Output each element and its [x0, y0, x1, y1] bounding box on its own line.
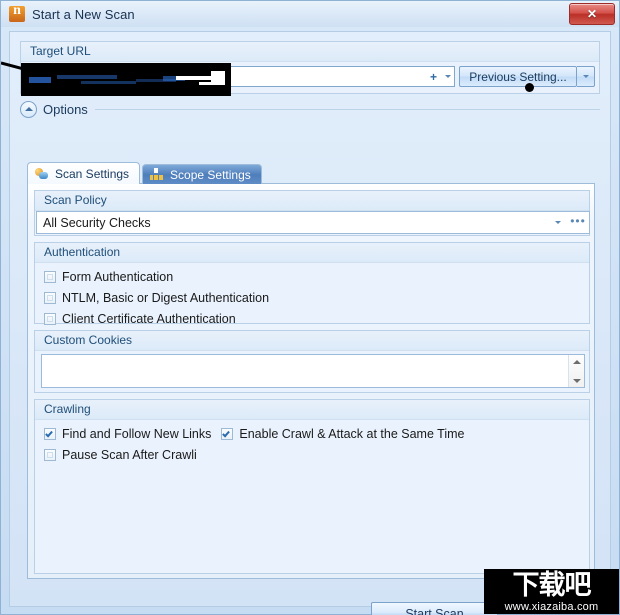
tab-scan-settings[interactable]: Scan Settings	[27, 162, 141, 184]
checkbox-client-certificate-authentication[interactable]	[44, 312, 56, 325]
tab-scope-settings[interactable]: Scope Settings	[142, 164, 262, 184]
scan-policy-ellipsis-button[interactable]: •••	[567, 215, 589, 229]
previous-setting-button[interactable]: Previous Setting...	[459, 66, 577, 87]
title-bar: Start a New Scan ✕	[1, 1, 619, 27]
checkbox-find-and-follow-new-links-label: Find and Follow New Links	[62, 426, 212, 441]
site-watermark: 下载吧 www.xiazaiba.com	[484, 569, 619, 614]
add-url-icon[interactable]: +	[426, 70, 441, 84]
checkbox-enable-crawl-and-attack-label: Enable Crawl & Attack at the Same Time	[239, 426, 465, 441]
dialog-client-area: Target URL + Previous Setting... Options…	[9, 31, 611, 615]
start-scan-button[interactable]: Start Scan	[371, 602, 498, 615]
tab-scan-settings-label: Scan Settings	[55, 166, 130, 181]
settings-tabstrip: Scan Settings Scope Settings	[27, 162, 264, 184]
annotation-pointer-line	[1, 61, 39, 75]
scan-settings-icon	[35, 167, 50, 181]
netsparker-n-icon	[9, 3, 25, 22]
cursor-indicator	[525, 83, 534, 92]
list-item[interactable]: Client Certificate Authentication	[35, 308, 589, 329]
redacted-url-overlay	[21, 63, 231, 96]
divider	[94, 108, 600, 110]
list-item[interactable]: Pause Scan After Crawli	[35, 444, 589, 465]
scroll-down-icon[interactable]	[569, 374, 584, 387]
previous-setting-chevron-down-icon[interactable]	[577, 66, 595, 87]
authentication-group-label: Authentication	[35, 243, 589, 263]
scan-policy-chevron-down-icon[interactable]	[549, 221, 567, 224]
custom-cookies-textarea[interactable]	[41, 354, 585, 388]
options-label: Options	[43, 101, 88, 117]
checkbox-form-authentication-label: Form Authentication	[62, 269, 174, 284]
scope-settings-icon	[150, 167, 165, 182]
watermark-text: 下载吧	[512, 570, 592, 601]
custom-cookies-value	[42, 355, 568, 387]
custom-cookies-scrollbar[interactable]	[568, 355, 584, 387]
scan-policy-group: Scan Policy All Security Checks •••	[34, 190, 590, 236]
checkbox-find-and-follow-new-links[interactable]	[44, 427, 56, 440]
start-new-scan-dialog: Start a New Scan ✕ Target URL + Previous…	[0, 0, 620, 615]
options-collapse-up-icon[interactable]	[20, 100, 37, 118]
authentication-group: Authentication Form Authentication NTLM,…	[34, 242, 590, 326]
checkbox-enable-crawl-and-attack[interactable]	[221, 427, 234, 440]
target-url-group-label: Target URL	[21, 42, 599, 62]
list-item[interactable]: Find and Follow New Links Enable Crawl &…	[35, 423, 589, 444]
page-title: Start a New Scan	[32, 6, 135, 22]
crawling-group-label: Crawling	[35, 400, 589, 420]
watermark-url: www.xiazaiba.com	[504, 601, 599, 613]
scan-policy-value: All Security Checks	[43, 215, 151, 230]
close-icon: ✕	[586, 7, 598, 21]
close-button[interactable]: ✕	[569, 3, 615, 25]
checkbox-pause-scan-after-crawling-label: Pause Scan After Crawli	[62, 447, 197, 462]
scan-settings-panel: Scan Policy All Security Checks ••• Auth…	[27, 183, 595, 579]
checkbox-ntlm-basic-digest-authentication[interactable]	[44, 291, 56, 304]
tab-scope-settings-label: Scope Settings	[170, 167, 251, 182]
checkbox-pause-scan-after-crawling[interactable]	[44, 448, 56, 461]
custom-cookies-group: Custom Cookies	[34, 330, 590, 393]
scan-policy-select[interactable]: All Security Checks •••	[36, 211, 590, 234]
crawling-group: Crawling Find and Follow New Links Enabl…	[34, 399, 590, 574]
options-section-header: Options	[20, 98, 600, 120]
scroll-up-icon[interactable]	[569, 355, 584, 368]
url-history-chevron-down-icon[interactable]	[441, 75, 454, 78]
list-item[interactable]: Form Authentication	[35, 266, 589, 287]
list-item[interactable]: NTLM, Basic or Digest Authentication	[35, 287, 589, 308]
checkbox-client-certificate-authentication-label: Client Certificate Authentication	[62, 311, 236, 326]
scan-policy-group-label: Scan Policy	[35, 191, 589, 211]
checkbox-form-authentication[interactable]	[44, 270, 56, 283]
checkbox-ntlm-basic-digest-authentication-label: NTLM, Basic or Digest Authentication	[62, 290, 270, 305]
custom-cookies-group-label: Custom Cookies	[35, 331, 589, 351]
